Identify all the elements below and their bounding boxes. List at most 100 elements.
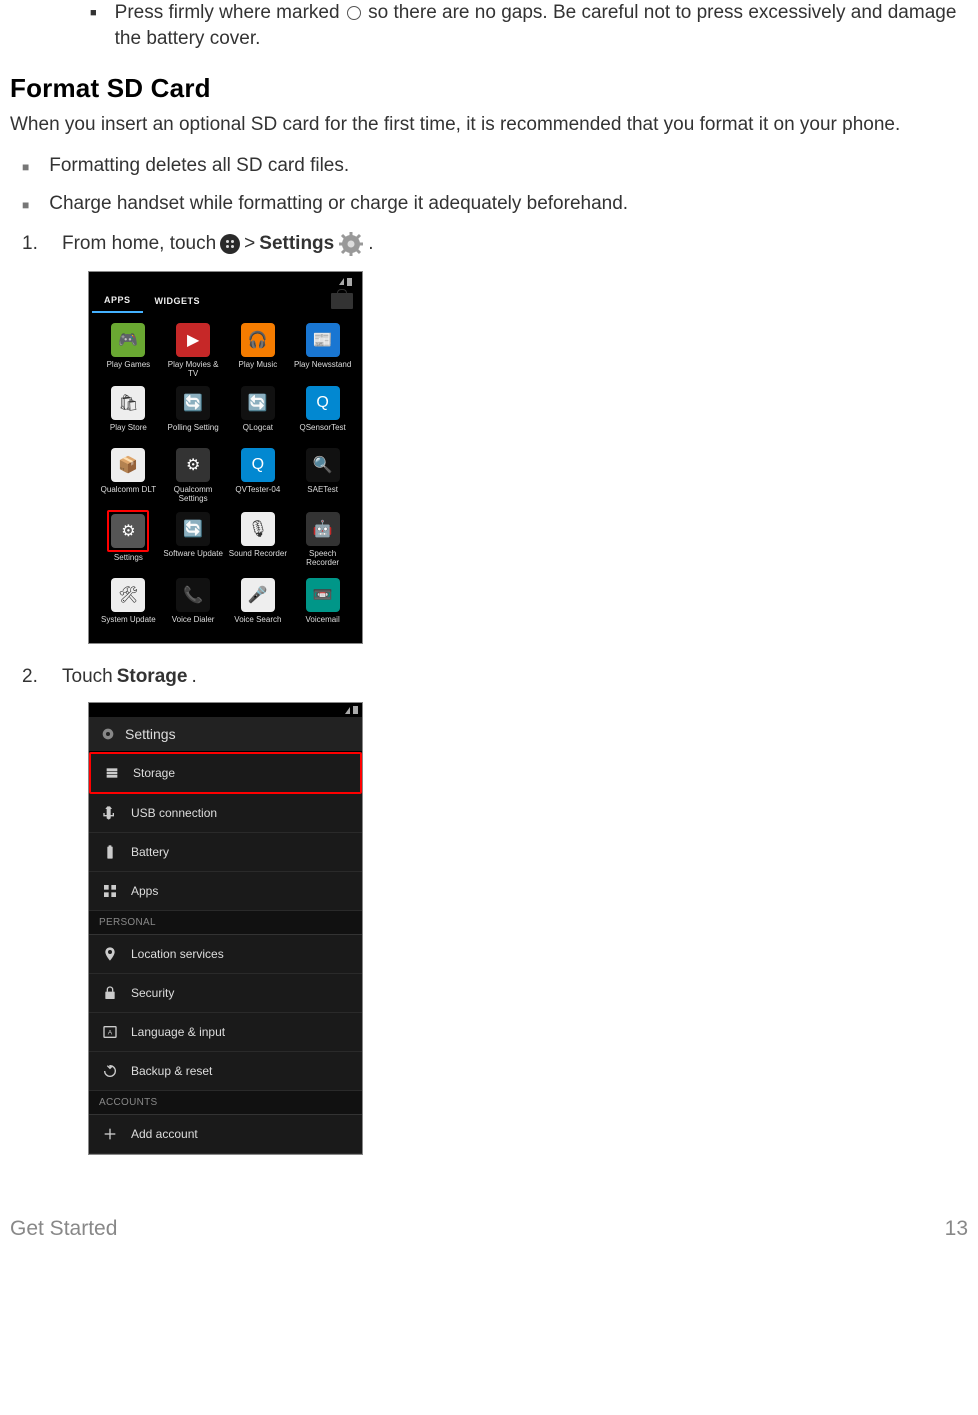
settings-row[interactable]: Backup & reset: [89, 1052, 362, 1091]
app-icon: ⚙: [176, 448, 210, 482]
app-icon: 🎮: [111, 323, 145, 357]
app-icon: 🔍: [306, 448, 340, 482]
backup-icon: [101, 1062, 119, 1080]
settings-row-label: Storage: [133, 766, 175, 780]
app-label: Settings: [114, 554, 143, 570]
app-cell[interactable]: QQSensorTest: [292, 386, 353, 440]
square-bullet-icon: ■: [22, 193, 29, 217]
caution-text: Charge handset while formatting or charg…: [49, 193, 628, 215]
settings-row-label: Backup & reset: [131, 1064, 212, 1078]
apps-tabs: APPS WIDGETS: [92, 289, 359, 313]
app-icon: Q: [241, 448, 275, 482]
app-icon: ▶: [176, 323, 210, 357]
gear-icon: [99, 725, 117, 743]
step-1: 1. From home, touch > Settings .: [22, 231, 968, 257]
settings-section-header: ACCOUNTS: [89, 1091, 362, 1115]
settings-row-label: Language & input: [131, 1025, 225, 1039]
app-icon: 🎧: [241, 323, 275, 357]
signal-icon: [345, 707, 350, 714]
settings-row[interactable]: Security: [89, 974, 362, 1013]
app-icon: 📞: [176, 578, 210, 612]
app-cell[interactable]: 🤖Speech Recorder: [292, 512, 353, 570]
app-icon: 🎙: [241, 512, 275, 546]
app-label: Play Movies & TV: [163, 361, 224, 379]
settings-row[interactable]: Location services: [89, 935, 362, 974]
circle-mark-icon: [347, 6, 361, 20]
app-label: Play Music: [239, 361, 278, 377]
app-cell[interactable]: 🛍 Play Store: [98, 386, 159, 440]
app-icon: 📰: [306, 323, 340, 357]
app-cell[interactable]: 🔄 QLogcat: [228, 386, 289, 440]
settings-row-label: USB connection: [131, 806, 217, 820]
settings-row[interactable]: A Language & input: [89, 1013, 362, 1052]
app-cell[interactable]: 🎧 Play Music: [228, 323, 289, 379]
app-label: Play Games: [107, 361, 151, 377]
app-label: Play Store: [110, 424, 147, 440]
app-label: Sound Recorder: [229, 550, 287, 566]
app-icon: 🔄: [241, 386, 275, 420]
app-cell[interactable]: 🎤Voice Search: [228, 578, 289, 632]
apps-icon: [220, 234, 240, 254]
app-cell[interactable]: 🔍 SAETest: [292, 448, 353, 504]
apps-grid: 🎮 Play Games ▶ Play Movies & TV 🎧 Play Music 📰…: [92, 313, 359, 640]
app-icon: 🎤: [241, 578, 275, 612]
settings-row[interactable]: Add account: [89, 1115, 362, 1154]
battery-icon: [101, 843, 119, 861]
app-cell[interactable]: 📞 Voice Dialer: [163, 578, 224, 632]
square-bullet-icon: ■: [22, 155, 29, 179]
sub-bullet-list: ■ Press firmly where marked so there are…: [90, 0, 968, 51]
app-label: Qualcomm Settings: [163, 486, 224, 504]
app-cell[interactable]: 📰Play Newsstand: [292, 323, 353, 379]
location-icon: [101, 945, 119, 963]
add-icon: [101, 1125, 119, 1143]
list-item: ■ Press firmly where marked so there are…: [90, 0, 968, 51]
app-cell[interactable]: 🔄Software Update: [163, 512, 224, 570]
status-bar: [92, 275, 359, 289]
app-label: QVTester-04: [235, 486, 280, 502]
app-cell[interactable]: 🛠System Update: [98, 578, 159, 632]
tab-apps[interactable]: APPS: [92, 289, 143, 313]
app-cell[interactable]: ▶ Play Movies & TV: [163, 323, 224, 379]
app-label: Voicemail: [306, 616, 340, 632]
app-label: Voice Dialer: [172, 616, 215, 632]
app-label: System Update: [101, 616, 156, 632]
language-icon: A: [101, 1023, 119, 1041]
settings-row[interactable]: Battery: [89, 833, 362, 872]
intro-paragraph: When you insert an optional SD card for …: [10, 112, 968, 139]
settings-row[interactable]: Apps: [89, 872, 362, 911]
gear-icon: [338, 231, 364, 257]
bullet-marker: ■: [90, 0, 97, 51]
app-label: QLogcat: [243, 424, 273, 440]
settings-row-label: Battery: [131, 845, 169, 859]
app-cell[interactable]: 🔄Polling Setting: [163, 386, 224, 440]
settings-section-header: PERSONAL: [89, 911, 362, 935]
app-cell[interactable]: 🎙 Sound Recorder: [228, 512, 289, 570]
settings-title: Settings: [125, 726, 176, 742]
step-2: 2. Touch Storage.: [22, 666, 968, 688]
app-cell[interactable]: 📦Qualcomm DLT: [98, 448, 159, 504]
caution-list: ■ Formatting deletes all SD card files. …: [22, 155, 968, 217]
app-cell[interactable]: Q QVTester-04: [228, 448, 289, 504]
shop-icon[interactable]: [331, 293, 353, 309]
app-cell[interactable]: ⚙ Qualcomm Settings: [163, 448, 224, 504]
settings-row[interactable]: Storage: [89, 752, 362, 794]
app-label: SAETest: [307, 486, 338, 502]
apps-icon: [101, 882, 119, 900]
app-icon: 🛍: [111, 386, 145, 420]
settings-row[interactable]: USB connection: [89, 794, 362, 833]
app-icon: 🔄: [176, 386, 210, 420]
settings-row-label: Location services: [131, 947, 224, 961]
settings-row-label: Add account: [131, 1127, 198, 1141]
app-cell[interactable]: 📼Voicemail: [292, 578, 353, 632]
settings-header: Settings: [89, 717, 362, 752]
app-label: Qualcomm DLT: [101, 486, 156, 502]
app-cell[interactable]: ⚙Settings: [98, 512, 159, 570]
section-heading: Format SD Card: [10, 73, 968, 104]
app-label: QSensorTest: [300, 424, 346, 440]
app-label: Speech Recorder: [292, 550, 353, 568]
tab-widgets[interactable]: WIDGETS: [143, 289, 213, 313]
list-item: ■ Formatting deletes all SD card files.: [22, 155, 968, 179]
app-cell[interactable]: 🎮 Play Games: [98, 323, 159, 379]
list-item: ■ Charge handset while formatting or cha…: [22, 193, 968, 217]
security-icon: [101, 984, 119, 1002]
